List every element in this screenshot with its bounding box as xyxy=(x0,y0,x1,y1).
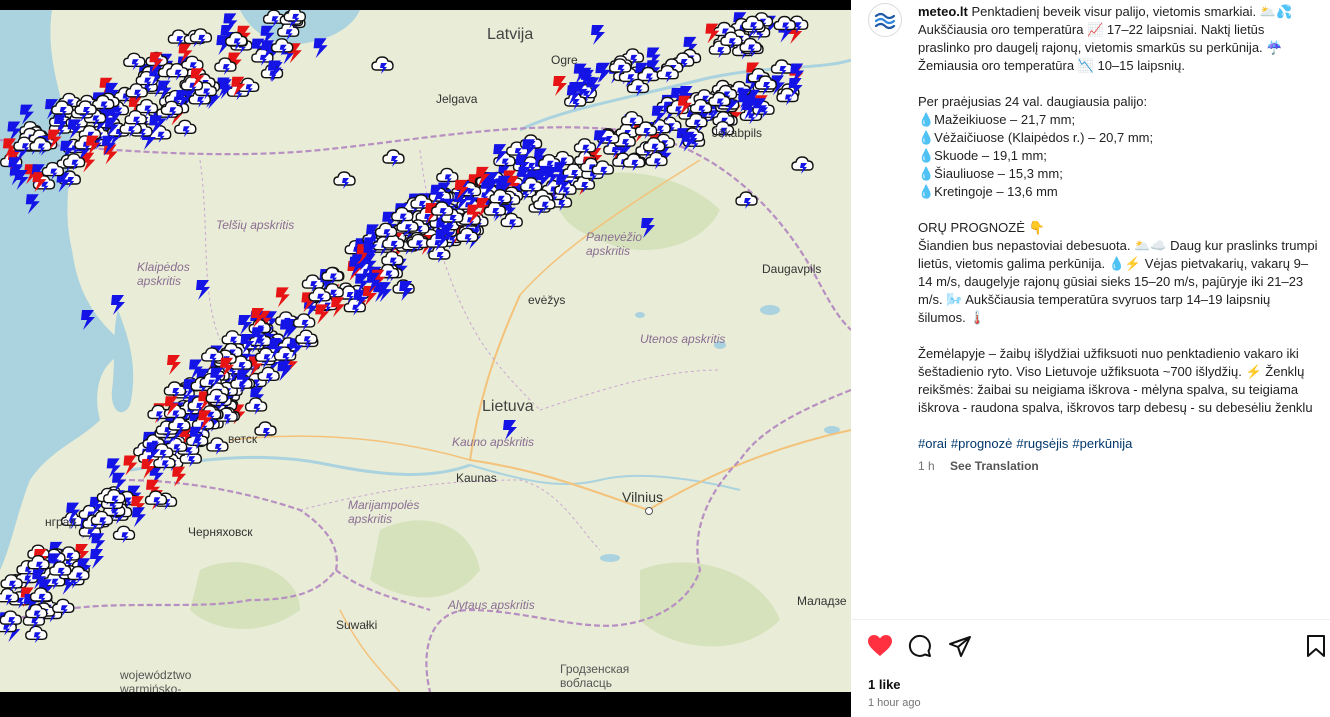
rain-summary: Per praėjusias 24 val. daugiausia palijo… xyxy=(918,93,1320,201)
comment-icon xyxy=(908,634,931,657)
map-label-marijampoles: Marijampolės apskritis xyxy=(348,498,420,526)
map-basemap xyxy=(0,10,851,692)
save-button[interactable] xyxy=(1302,632,1330,660)
hashtag-link[interactable]: #rugsėjis xyxy=(1016,436,1068,451)
rain-item: 💧Mažeikiuose – 21,7 mm; xyxy=(918,112,1076,127)
map-label-warminsko: województwo warmińsko- xyxy=(120,668,192,692)
rain-item: 💧Kretingoje – 13,6 mm xyxy=(918,184,1058,199)
hashtag-link[interactable]: #perkūnija xyxy=(1072,436,1132,451)
meteo-logo-icon xyxy=(874,12,896,30)
map-label-molodechno: Маладзе xyxy=(797,594,847,608)
posted-time: 1 hour ago xyxy=(868,697,921,709)
hashtag-link[interactable]: #orai xyxy=(918,436,947,451)
rain-item: 💧Šiauliuose – 15,3 mm; xyxy=(918,166,1063,181)
map-label-daugavpils: Daugavpils xyxy=(762,262,822,276)
map-label-klaipedos: Klaipėdos apskritis xyxy=(137,260,190,288)
map-label-lietuva: Lietuva xyxy=(482,398,534,415)
map-label-latvija: Latvija xyxy=(487,26,534,43)
map-label-panevezio: Panevėžio apskritis xyxy=(586,230,643,258)
share-button[interactable] xyxy=(946,632,974,660)
caption-meta: 1 h See Translation xyxy=(918,457,1320,475)
map-label-alytaus: Alytaus apskritis xyxy=(448,598,535,612)
map-label-utenos: Utenos apskritis xyxy=(640,332,726,346)
map-label-jekabpils: Jēkabpils xyxy=(712,126,763,140)
map-label-kaunas: Kaunas xyxy=(456,471,497,485)
like-button[interactable] xyxy=(866,632,894,660)
time-ago[interactable]: 1 h xyxy=(918,459,935,473)
map-label-kaliningrad: нград xyxy=(45,515,77,529)
rain-item: 💧Skuode – 19,1 mm; xyxy=(918,148,1047,163)
post-media: Latvija Ogre Jelgava Jēkabpils Telšių apskri… xyxy=(0,0,851,717)
map-note: Žemėlapyje – žaibų išlydžiai užfiksuoti … xyxy=(918,345,1320,417)
forecast-text: Šiandien bus nepastoviai debesuota. 🌥️☁️… xyxy=(918,238,1322,325)
forecast-title: ORŲ PROGNOZĖ 👇 xyxy=(918,220,1045,235)
map-label-jelgava: Jelgava xyxy=(436,92,478,106)
map-label-suwalki: Suwałki xyxy=(336,618,378,632)
map-label-vilnius: Vilnius xyxy=(622,489,663,505)
post-side-panel: meteo.lt Penktadienį beveik visur palijo… xyxy=(851,0,1330,717)
map-label-grodno: Гродзенская вобласць xyxy=(560,662,630,690)
map-note-text: Žemėlapyje – žaibų išlydžiai užfiksuoti … xyxy=(918,346,1313,415)
map-label-kauno: Kauno apskritis xyxy=(452,435,535,449)
map-label-ogre: Ogre xyxy=(551,53,578,67)
comment-button[interactable] xyxy=(906,632,934,660)
rain-title: Per praėjusias 24 val. daugiausia palijo… xyxy=(918,94,1148,109)
capital-marker xyxy=(645,507,653,515)
map-label-chernyakhovsk: Черняховск xyxy=(188,525,253,539)
avatar[interactable] xyxy=(868,3,902,37)
heart-icon xyxy=(868,635,892,656)
hashtags: #orai #prognozė #rugsėjis #perkūnija xyxy=(918,435,1320,453)
map-label-telsiu: Telšių apskritis xyxy=(216,218,295,232)
caption-intro: Penktadienį beveik visur palijo, vietomi… xyxy=(918,4,1296,73)
send-icon xyxy=(949,636,971,657)
like-count[interactable]: 1 like xyxy=(868,677,901,692)
map-label-panevezys: evėžys xyxy=(528,293,566,307)
hashtag-link[interactable]: #prognozė xyxy=(951,436,1012,451)
lightning-map[interactable]: Latvija Ogre Jelgava Jēkabpils Telšių apskri… xyxy=(0,10,851,692)
map-label-sovetsk: ветск xyxy=(228,432,258,446)
post-caption: meteo.lt Penktadienį beveik visur palijo… xyxy=(918,3,1320,475)
bookmark-icon xyxy=(1307,635,1325,657)
forecast: ORŲ PROGNOZĖ 👇 Šiandien bus nepastoviai … xyxy=(918,219,1320,327)
see-translation-button[interactable]: See Translation xyxy=(950,459,1039,473)
divider xyxy=(851,619,1330,620)
post-actions xyxy=(866,632,1330,662)
rain-item: 💧Vėžaičiuose (Klaipėdos r.) – 20,7 mm; xyxy=(918,130,1154,145)
username-link[interactable]: meteo.lt xyxy=(918,4,968,19)
